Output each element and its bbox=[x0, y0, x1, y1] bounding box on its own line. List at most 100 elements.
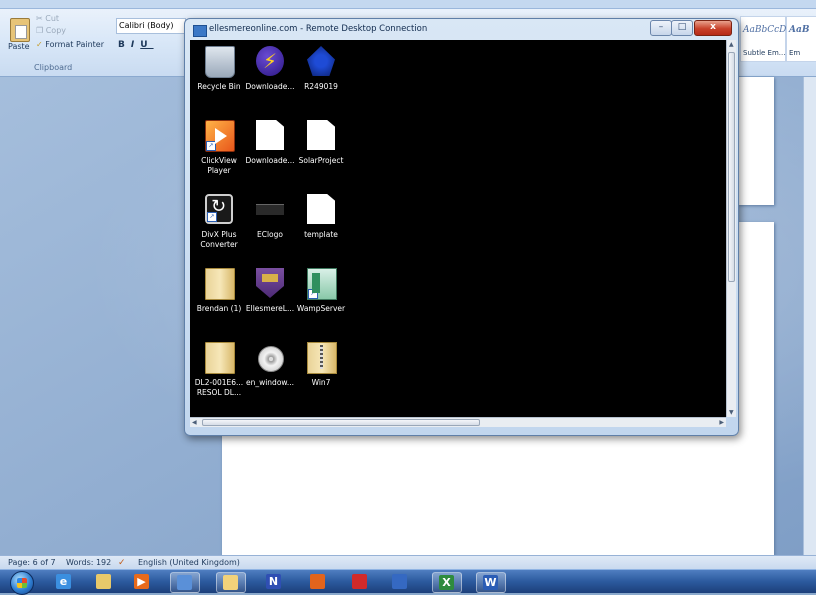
taskbar-button[interactable]: X bbox=[432, 572, 462, 593]
style-sample-text: AaB bbox=[789, 25, 810, 35]
document-page[interactable] bbox=[738, 77, 774, 205]
bold-button[interactable]: B bbox=[118, 40, 131, 50]
taskbar-button[interactable] bbox=[386, 572, 414, 591]
desktop-icon-label: Downloade... bbox=[245, 82, 295, 91]
desktop-icon[interactable]: Downloade... bbox=[245, 120, 295, 182]
media-player-taskbar-icon: ▶ bbox=[134, 574, 149, 589]
desktop-icon[interactable]: Recycle Bin bbox=[194, 46, 244, 108]
ie-taskbar-icon: e bbox=[56, 574, 71, 589]
paste-button[interactable]: Paste bbox=[8, 42, 30, 51]
maximize-button[interactable]: □ bbox=[671, 20, 693, 36]
font-name-dropdown[interactable]: Calibri (Body) bbox=[116, 18, 186, 34]
taskbar-button[interactable] bbox=[304, 572, 332, 591]
status-bar: Page: 6 of 7 Words: 192 ✓ English (Unite… bbox=[0, 555, 816, 570]
clickview-player-icon: ↗ bbox=[205, 120, 235, 152]
clipboard-group: Paste ✂ Cut ❐ Copy ✓ Format Painter Clip… bbox=[4, 12, 110, 72]
desktop-icon[interactable]: EClogo bbox=[245, 194, 295, 256]
desktop-icon[interactable]: Brendan (1) bbox=[194, 268, 244, 330]
disc-image-icon bbox=[258, 346, 284, 372]
desktop-icon-label: EClogo bbox=[257, 230, 283, 239]
taskbar-button[interactable] bbox=[216, 572, 246, 593]
paint-taskbar-icon bbox=[223, 575, 238, 590]
copy-button[interactable]: ❐ Copy bbox=[36, 26, 66, 35]
format-painter-button[interactable]: ✓ Format Painter bbox=[36, 40, 104, 49]
minimize-button[interactable]: – bbox=[650, 20, 672, 36]
network-taskbar-icon bbox=[392, 574, 407, 589]
close-button[interactable]: x bbox=[694, 20, 732, 36]
desktop-icon-label: DivX Plus Converter bbox=[200, 230, 238, 249]
taskbar: e ▶ N X W bbox=[0, 569, 816, 595]
desktop-icon-label: Win7 bbox=[311, 378, 331, 387]
style-name-label: Subtle Em... bbox=[743, 49, 786, 57]
taskbar-button[interactable]: N bbox=[260, 572, 288, 591]
underline-button[interactable]: U bbox=[140, 40, 153, 50]
style-subtle-emphasis[interactable]: AaBbCcDc Subtle Em... bbox=[740, 16, 791, 62]
desktop-icon-label: ClickView Player bbox=[201, 156, 237, 175]
desktop-icon[interactable]: ↗ DivX Plus Converter bbox=[194, 194, 244, 256]
excel-taskbar-icon: X bbox=[439, 575, 454, 590]
scroll-right-arrow-icon[interactable]: ▶ bbox=[719, 419, 724, 426]
scroll-left-arrow-icon[interactable]: ◀ bbox=[192, 419, 197, 426]
image-file-icon bbox=[256, 204, 284, 215]
taskbar-button[interactable]: W bbox=[476, 572, 506, 593]
start-button[interactable] bbox=[10, 571, 34, 595]
onenote-taskbar-icon: N bbox=[266, 574, 281, 589]
shortcut-arrow-icon: ↗ bbox=[207, 212, 217, 222]
page-count[interactable]: Page: 6 of 7 bbox=[8, 556, 56, 570]
desktop-icon[interactable]: SolarProject bbox=[296, 120, 346, 182]
scroll-up-arrow-icon[interactable]: ▲ bbox=[729, 41, 734, 48]
explorer-taskbar-icon bbox=[96, 574, 111, 589]
scissors-icon: ✂ bbox=[36, 14, 46, 23]
taskbar-button[interactable] bbox=[170, 572, 200, 593]
paintbrush-icon: ✓ bbox=[36, 40, 46, 49]
desktop-icon-label: EllesmereL... bbox=[245, 304, 295, 313]
desktop-icon-label: WampServer bbox=[296, 304, 346, 313]
shield-logo-icon bbox=[256, 268, 284, 298]
word-count[interactable]: Words: 192 bbox=[66, 556, 111, 570]
proofing-icon[interactable]: ✓ bbox=[118, 556, 126, 570]
desktop-icon[interactable]: R249019 bbox=[296, 46, 346, 108]
taskbar-button[interactable]: e bbox=[50, 572, 78, 591]
document-scrollbar[interactable] bbox=[803, 77, 816, 555]
taskbar-button[interactable] bbox=[346, 572, 374, 591]
zip-folder-icon bbox=[307, 342, 337, 374]
desktop-icon-label: template bbox=[304, 230, 338, 239]
taskbar-button[interactable] bbox=[90, 572, 118, 591]
taskbar-button[interactable]: ▶ bbox=[128, 572, 156, 591]
remote-desktop-taskbar-icon bbox=[177, 575, 192, 590]
desktop-icon[interactable]: Win7 bbox=[296, 342, 346, 404]
desktop-icon-label: Downloade... bbox=[245, 156, 295, 165]
r249019-app-icon bbox=[307, 46, 335, 76]
scroll-thumb[interactable] bbox=[202, 419, 480, 426]
desktop-icon[interactable]: ↗ ClickView Player bbox=[194, 120, 244, 182]
horizontal-scrollbar[interactable]: ◀ ▶ bbox=[190, 417, 726, 427]
scroll-down-arrow-icon[interactable]: ▼ bbox=[729, 409, 734, 416]
acrobat-taskbar-icon bbox=[352, 574, 367, 589]
language-indicator[interactable]: English (United Kingdom) bbox=[138, 556, 240, 570]
scroll-thumb[interactable] bbox=[728, 52, 735, 282]
shortcut-arrow-icon: ↗ bbox=[308, 289, 318, 299]
desktop-icon[interactable]: ⚡ Downloade... bbox=[245, 46, 295, 108]
folder-icon bbox=[205, 268, 235, 300]
style-emphasis[interactable]: AaB Em bbox=[786, 16, 816, 62]
lightning-app-icon: ⚡ bbox=[256, 46, 284, 76]
desktop-icon[interactable]: EllesmereL... bbox=[245, 268, 295, 330]
ribbon-tab-strip[interactable] bbox=[0, 0, 816, 9]
desktop-icon-label: Recycle Bin bbox=[197, 82, 241, 91]
desktop-icon[interactable]: DL2-001E6... RESOL DL... bbox=[194, 342, 244, 404]
recycle-bin-icon bbox=[205, 46, 235, 78]
desktop-icon-label: R249019 bbox=[304, 82, 338, 91]
italic-button[interactable]: I bbox=[131, 40, 140, 50]
vertical-scrollbar[interactable]: ▲ ▼ bbox=[726, 40, 736, 417]
document-icon bbox=[307, 120, 335, 150]
desktop-icon[interactable]: en_window... bbox=[245, 342, 295, 404]
divx-converter-icon: ↗ bbox=[205, 194, 233, 224]
desktop-icon[interactable]: ↗ WampServer bbox=[296, 268, 346, 330]
cut-button[interactable]: ✂ Cut bbox=[36, 14, 59, 23]
remote-desktop-window[interactable]: ellesmereonline.com - Remote Desktop Con… bbox=[184, 18, 739, 436]
remote-desktop-screen[interactable]: Recycle Bin ⚡ Downloade... R249019 ↗ ClickVie… bbox=[190, 40, 726, 417]
paste-icon[interactable] bbox=[10, 18, 30, 42]
firefox-taskbar-icon bbox=[310, 574, 325, 589]
desktop-icon[interactable]: template bbox=[296, 194, 346, 256]
format-painter-label: Format Painter bbox=[45, 40, 104, 49]
